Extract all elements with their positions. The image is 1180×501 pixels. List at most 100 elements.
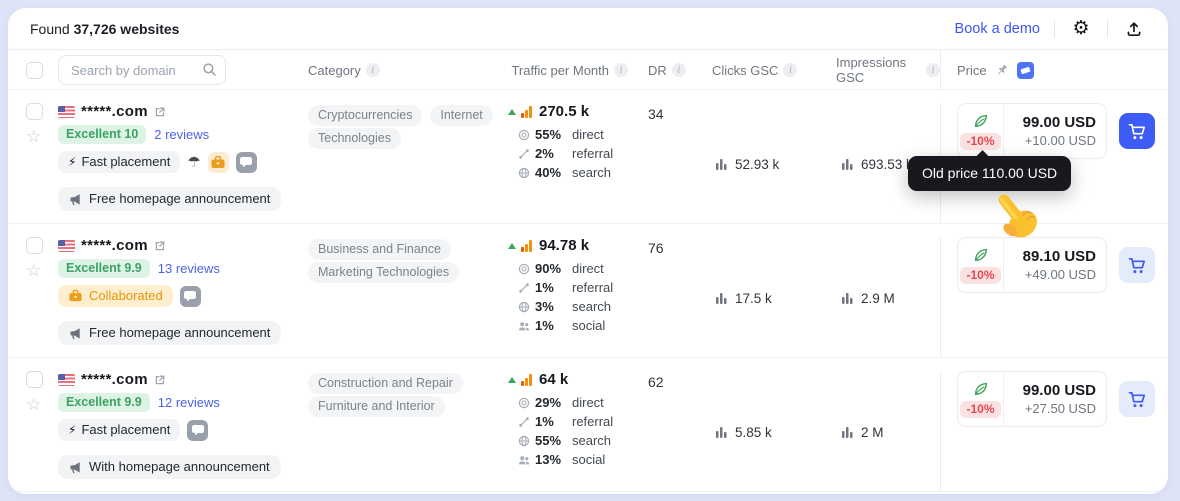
info-icon[interactable]: i — [926, 63, 940, 77]
table-row: ☆ *****.com Excellent 9.9 13 reviews Col… — [8, 224, 1168, 358]
rating-badge: Excellent 9.9 — [58, 393, 150, 412]
row-checkbox[interactable] — [26, 103, 43, 120]
coupon-icon[interactable] — [1016, 61, 1034, 79]
category-tag[interactable]: Marketing Technologies — [308, 262, 460, 283]
results-count-prefix: Found — [30, 20, 70, 37]
price-extra: +49.00 USD — [1024, 267, 1096, 282]
websites-panel: Found 37,726 websites Book a demo ⚙ Sear… — [8, 8, 1168, 494]
column-header-traffic: Traffic per Month i — [504, 63, 634, 78]
reviews-link[interactable]: 13 reviews — [158, 261, 220, 276]
cart-icon — [1128, 257, 1146, 274]
category-tags: Cryptocurrencies Internet Technologies — [308, 103, 493, 149]
chat-icon[interactable] — [179, 285, 201, 307]
book-a-demo-link[interactable]: Book a demo — [955, 21, 1040, 37]
favorite-star-icon[interactable]: ☆ — [26, 397, 41, 414]
add-to-cart-button[interactable] — [1119, 381, 1155, 417]
gear-icon: ⚙ — [1072, 17, 1090, 39]
category-tags: Construction and Repair Furniture and In… — [308, 371, 490, 417]
discount-badge[interactable]: -10% — [960, 400, 1001, 418]
chat-icon[interactable] — [235, 151, 257, 173]
category-tags: Business and Finance Marketing Technolog… — [308, 237, 490, 283]
category-tag[interactable]: Business and Finance — [308, 239, 451, 260]
search-icon — [203, 63, 216, 76]
results-count: Found 37,726 websites — [30, 21, 179, 37]
price-card[interactable]: -10% 99.00 USD +10.00 USD — [957, 103, 1107, 159]
reviews-link[interactable]: 12 reviews — [158, 395, 220, 410]
rating-badge: Excellent 9.9 — [58, 259, 150, 278]
trend-up-icon — [508, 376, 516, 383]
price-card[interactable]: -10% 99.00 USD +27.50 USD — [957, 371, 1107, 427]
price-amount: 89.10 USD — [1022, 248, 1096, 265]
column-header-category: Category i — [308, 63, 504, 78]
external-link-icon[interactable] — [154, 106, 166, 118]
discount-badge[interactable]: -10% — [960, 132, 1001, 150]
select-all-checkbox[interactable] — [26, 61, 43, 79]
dr-value: 34 — [648, 106, 664, 122]
bars-icon — [716, 427, 727, 438]
leaf-icon — [974, 114, 987, 127]
add-to-cart-button[interactable] — [1119, 247, 1155, 283]
rating-badge: Excellent 10 — [58, 125, 147, 144]
traffic-breakdown: 55% direct 2% referral 40% search — [504, 125, 634, 182]
category-tag[interactable]: Cryptocurrencies — [308, 105, 423, 126]
reviews-link[interactable]: 2 reviews — [154, 127, 209, 142]
row-checkbox[interactable] — [26, 237, 43, 254]
trend-up-icon — [508, 108, 516, 115]
traffic-value: 270.5 k — [504, 103, 634, 120]
favorite-star-icon[interactable]: ☆ — [26, 263, 41, 280]
clicks-gsc: 17.5 k — [696, 237, 812, 357]
info-icon[interactable]: i — [614, 63, 628, 77]
info-icon[interactable]: i — [783, 63, 798, 77]
leaf-icon — [974, 382, 987, 395]
trend-up-icon — [508, 242, 516, 249]
domain-name[interactable]: *****.com — [81, 103, 148, 120]
external-link-icon[interactable] — [154, 240, 166, 252]
favorite-star-icon[interactable]: ☆ — [26, 129, 41, 146]
settings-button[interactable]: ⚙ — [1069, 17, 1093, 41]
domain-name[interactable]: *****.com — [81, 237, 148, 254]
info-icon[interactable]: i — [671, 63, 686, 77]
divider — [1107, 19, 1108, 38]
umbrella-icon[interactable]: ☂ — [187, 154, 200, 170]
price-card[interactable]: -10% 89.10 USD +49.00 USD — [957, 237, 1107, 293]
dr-value: 76 — [648, 240, 664, 256]
category-tag[interactable]: Construction and Repair — [308, 373, 463, 394]
briefcase-icon[interactable] — [207, 151, 229, 173]
direct-icon — [518, 129, 535, 141]
domain-name[interactable]: *****.com — [81, 371, 148, 388]
panel-header: Found 37,726 websites Book a demo ⚙ — [8, 8, 1168, 50]
social-icon — [518, 320, 535, 332]
export-button[interactable] — [1122, 17, 1146, 41]
impressions-gsc: 2.9 M — [812, 237, 940, 357]
column-header-dr: DR i — [634, 63, 696, 78]
dr-value: 62 — [648, 374, 664, 390]
row-checkbox[interactable] — [26, 371, 43, 388]
referral-icon — [518, 148, 535, 160]
results-count-value: 37,726 websites — [73, 20, 180, 37]
bolt-icon: ⚡ — [68, 154, 77, 169]
collaborated-badge: Collaborated — [58, 285, 173, 307]
referral-icon — [518, 282, 535, 294]
table-row: ☆ *****.com Excellent 9.9 12 reviews ⚡ F… — [8, 358, 1168, 492]
info-icon[interactable]: i — [365, 63, 380, 77]
search-input[interactable] — [58, 55, 226, 85]
us-flag-icon — [58, 239, 75, 252]
fast-placement-badge: ⚡ Fast placement — [58, 151, 181, 173]
search-globe-icon — [518, 167, 535, 179]
column-header-impressions: Impressions GSC i — [812, 55, 940, 85]
cart-icon — [1128, 123, 1146, 140]
bars-icon — [842, 427, 853, 438]
bar-chart-icon — [521, 105, 532, 118]
discount-badge[interactable]: -10% — [960, 266, 1001, 284]
pin-icon[interactable] — [995, 63, 1009, 77]
traffic-breakdown: 29% direct 1% referral 55% search 13% social — [504, 393, 634, 469]
chat-icon[interactable] — [187, 419, 209, 441]
megaphone-icon — [69, 461, 81, 473]
category-tag[interactable]: Furniture and Interior — [308, 396, 445, 417]
table-header: Category i Traffic per Month i DR i Clic… — [8, 50, 1168, 90]
old-price-tooltip: Old price 110.00 USD — [908, 156, 1072, 191]
external-link-icon[interactable] — [154, 374, 166, 386]
announcement-badge: Free homepage announcement — [58, 187, 282, 211]
add-to-cart-button[interactable] — [1119, 113, 1155, 149]
bars-icon — [842, 293, 853, 304]
